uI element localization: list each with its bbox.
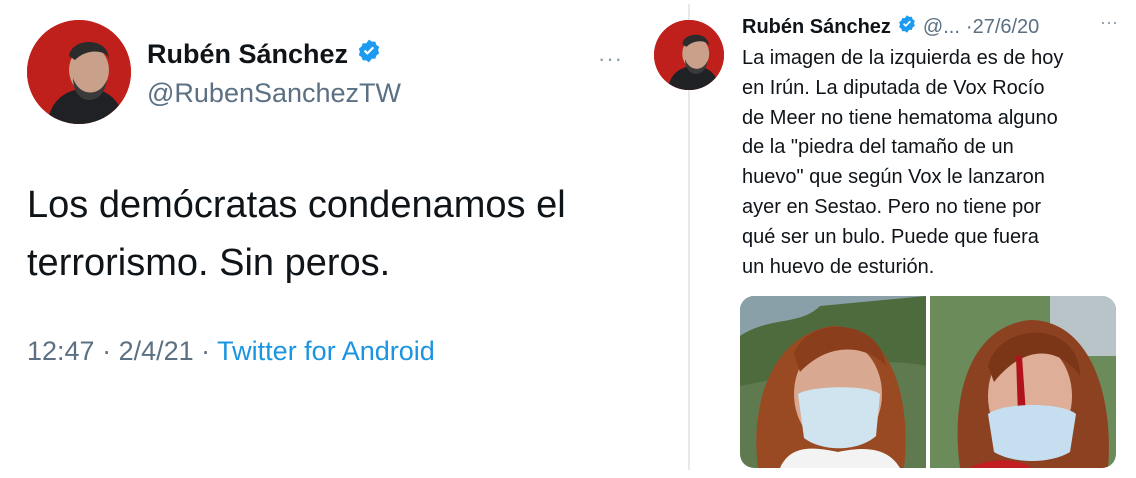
quoted-text-line: de la "piedra del tamaño de un [742, 136, 1014, 159]
quoted-text-line: de Meer no tiene hematoma alguno [742, 106, 1058, 129]
meta-separator: · [94, 336, 119, 366]
media-photo-right[interactable] [930, 296, 1116, 468]
quoted-tweet-text: La imagen de la izquierda es de hoy en I… [742, 44, 1122, 282]
quoted-date[interactable]: ·27/6/20 [966, 16, 1039, 39]
tweet-source-link[interactable]: Twitter for Android [217, 336, 435, 366]
quoted-author-avatar[interactable] [654, 20, 724, 90]
main-tweet: Rubén Sánchez @RubenSanchezTW ··· Los de… [0, 0, 640, 478]
tweet-text-line: terrorismo. Sin peros. [27, 242, 391, 284]
quoted-text-line: en Irún. La diputada de Vox Rocío [742, 76, 1045, 99]
tweet-text: Los demócratas condenamos el terrorismo.… [27, 176, 627, 292]
quoted-text-line: un huevo de esturión. [742, 255, 935, 278]
quoted-handle[interactable]: @... [923, 16, 960, 39]
meta-separator: · [193, 336, 218, 366]
author-handle[interactable]: @RubenSanchezTW [147, 78, 401, 109]
quoted-display-name[interactable]: Rubén Sánchez [742, 16, 891, 39]
media-grid [740, 296, 1116, 468]
quoted-text-line: ayer en Sestao. Pero no tiene por [742, 195, 1042, 218]
tweet-metadata: 12:47 · 2/4/21 · Twitter for Android [27, 336, 435, 367]
quoted-tweet: Rubén Sánchez @... ·27/6/20 ··· La image… [654, 0, 1136, 478]
quoted-text-line: huevo" que según Vox le lanzaron [742, 166, 1045, 189]
tweet-text-line: Los demócratas condenamos el [27, 184, 566, 226]
more-options-icon[interactable]: ··· [598, 46, 623, 72]
verified-badge-icon [356, 38, 382, 71]
author-avatar[interactable] [27, 20, 131, 124]
more-options-icon[interactable]: ··· [1100, 12, 1118, 33]
tweet-time[interactable]: 12:47 [27, 336, 95, 366]
author-name-row[interactable]: Rubén Sánchez [147, 38, 382, 71]
verified-badge-icon [897, 14, 917, 40]
media-photo-left[interactable] [740, 296, 926, 468]
quoted-text-line: qué ser un bulo. Puede que fuera [742, 225, 1039, 248]
quoted-text-line: La imagen de la izquierda es de hoy [742, 47, 1064, 69]
quoted-header: Rubén Sánchez @... ·27/6/20 [742, 14, 1039, 40]
author-display-name[interactable]: Rubén Sánchez [147, 39, 348, 70]
tweet-date[interactable]: 2/4/21 [119, 336, 194, 366]
